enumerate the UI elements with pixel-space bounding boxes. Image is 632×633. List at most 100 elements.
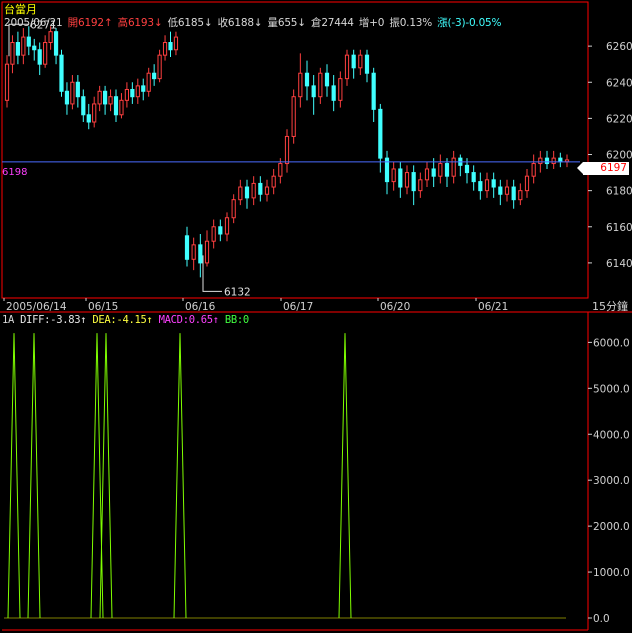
- candle-body: [551, 157, 556, 165]
- indicator-tick-label: 1000.0: [593, 567, 630, 579]
- candle-body: [21, 36, 26, 56]
- price-tick-label: 6200: [606, 150, 632, 162]
- candle-body: [524, 175, 530, 192]
- quote-low: 低6185↓: [167, 17, 213, 29]
- indicator-tick-label: 0.0: [593, 613, 610, 625]
- macd-dea: DEA:-4.15↑: [92, 314, 153, 326]
- candle-body: [558, 157, 563, 163]
- candle-body: [531, 163, 536, 177]
- candle-body: [10, 42, 15, 65]
- candle-body: [364, 54, 370, 74]
- candle-body: [191, 244, 196, 260]
- low-marker-label: 6132: [224, 286, 251, 298]
- indicator-tick-label: 6000.0: [593, 337, 630, 349]
- candle-body: [504, 186, 510, 195]
- candle-body: [53, 31, 59, 56]
- date-tick-label: 06/15: [88, 301, 118, 313]
- indicator-spike: [7, 333, 21, 619]
- price-panel-border: [1, 1, 589, 299]
- candle-body: [198, 244, 203, 264]
- quote-oi-change: 增+0: [358, 17, 385, 29]
- candle-body: [48, 31, 53, 44]
- candle-body: [70, 81, 75, 105]
- date-tick-label: 06/16: [185, 301, 216, 313]
- candle-body: [278, 163, 283, 177]
- indicator-spike: [173, 333, 187, 619]
- candle-body: [404, 172, 410, 188]
- price-tick-label: 6140: [606, 258, 632, 270]
- candle-body: [231, 199, 236, 219]
- indicator-tick-label: 2000.0: [593, 521, 630, 533]
- date-tick-label: 06/17: [283, 301, 313, 313]
- indicator-tick-label: 3000.0: [593, 475, 630, 487]
- last-price-tag: 6197: [577, 162, 629, 175]
- candle-body: [438, 163, 443, 177]
- candle-body: [4, 63, 10, 101]
- candle-body: [424, 168, 430, 181]
- quote-open: 開6192↑: [67, 17, 113, 29]
- candle-body: [358, 54, 363, 69]
- candle-body: [344, 54, 350, 80]
- candle-body: [81, 96, 86, 116]
- quote-volume: 量655↓: [267, 17, 307, 29]
- candle-body: [398, 168, 403, 188]
- candle-body: [146, 72, 151, 92]
- candle-body: [291, 96, 296, 137]
- candle-body: [324, 72, 330, 87]
- candle-body: [331, 85, 336, 101]
- price-tick-label: 6220: [606, 113, 632, 125]
- candle-body: [318, 72, 323, 98]
- candle-body: [103, 90, 108, 105]
- candle-body: [124, 88, 130, 101]
- quote-change: 漲(-3)-0.05%: [437, 17, 502, 29]
- candle-body: [538, 157, 543, 165]
- candle-body: [141, 85, 146, 92]
- candle-body: [391, 168, 396, 183]
- candle-body: [204, 240, 210, 264]
- candle-body: [43, 42, 48, 65]
- macd-value: MACD:0.65↑: [158, 314, 220, 326]
- candle-body: [338, 78, 343, 101]
- quote-amplitude: 振0.13%: [389, 17, 433, 29]
- price-tick-label: 6160: [606, 222, 632, 234]
- candle-body: [498, 186, 503, 195]
- candle-body: [86, 114, 91, 123]
- candle-body: [451, 157, 456, 177]
- quote-date: 2005/06/21: [4, 17, 63, 29]
- candle-body: [152, 72, 157, 80]
- candle-body: [135, 85, 140, 98]
- candle-body: [224, 217, 230, 235]
- indicator-tick-label: 5000.0: [593, 383, 630, 395]
- candle-body: [113, 96, 119, 116]
- candle-body: [444, 163, 450, 177]
- candle-body: [271, 175, 276, 188]
- candle-body: [97, 90, 102, 105]
- price-tick-label: 6180: [606, 186, 632, 198]
- period-label[interactable]: 15分鐘: [592, 298, 628, 314]
- macd-diff: DIFF:-3.83↑: [20, 314, 87, 326]
- quote-open-interest: 倉27444: [311, 17, 354, 29]
- candle-body: [211, 226, 216, 242]
- candle-body: [471, 172, 476, 183]
- candle-body: [264, 186, 270, 195]
- candle-body: [184, 235, 190, 260]
- candle-body: [15, 42, 20, 56]
- quote-close: 收6188↓: [217, 17, 263, 29]
- candle-body: [168, 42, 173, 51]
- candle-body: [108, 96, 113, 105]
- candle-body: [418, 179, 423, 192]
- date-tick-label: 06/21: [478, 301, 508, 313]
- candle-body: [431, 168, 436, 177]
- candle-body: [59, 54, 64, 92]
- crosshair-price-label: 6198: [2, 167, 28, 178]
- macd-info-bar: 1A DIFF:-3.83↑ DEA:-4.15↑ MACD:0.65↑ BB:…: [2, 314, 249, 326]
- candle-body: [464, 164, 470, 174]
- candle-body: [518, 190, 523, 201]
- candle-body: [92, 103, 97, 123]
- candle-body: [37, 49, 42, 65]
- candle-body: [157, 54, 162, 80]
- candle-body: [411, 172, 416, 192]
- candle-body: [173, 36, 179, 51]
- candle-body: [351, 54, 356, 69]
- macd-prefix: 1A: [2, 314, 15, 326]
